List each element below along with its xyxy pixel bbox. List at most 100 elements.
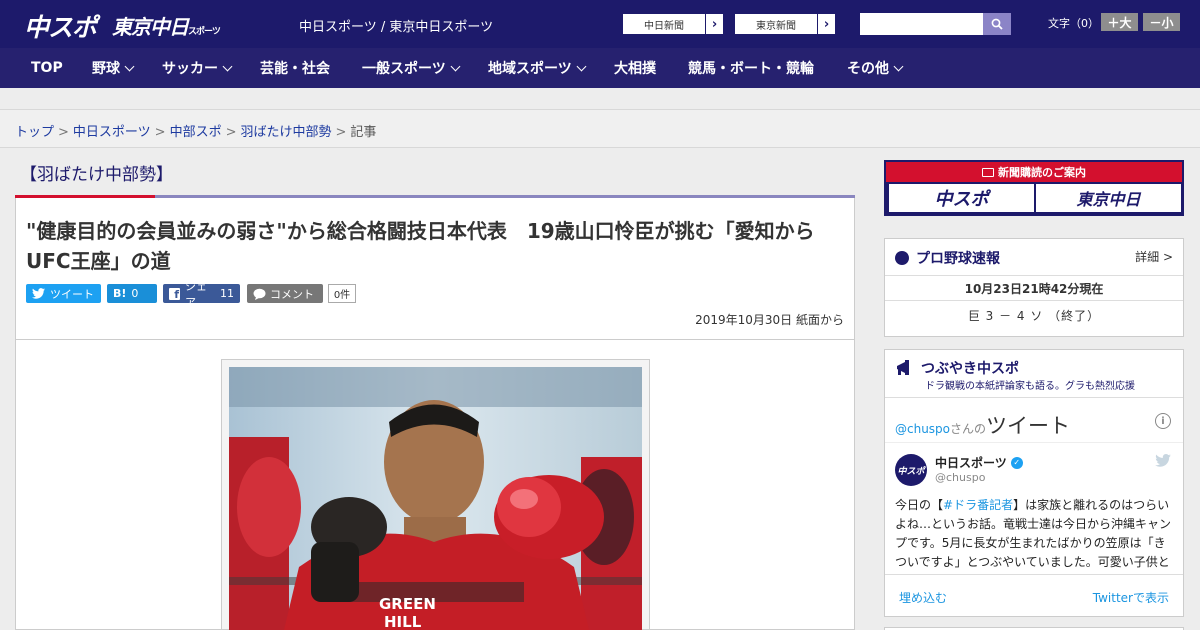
tweet-author-name-text: 中日スポーツ [935,456,1007,470]
site-header: 中スポ 東京中日スポーツ 中日スポーツ / 東京中日スポーツ 中日新聞 › 東京… [0,0,1200,48]
search-button[interactable] [983,13,1011,35]
chuspo-logo[interactable]: 中スポ [24,8,97,44]
facebook-share-button[interactable]: f シェア 11 [163,280,240,309]
newspaper-icon [982,167,994,177]
avatar[interactable]: 中スポ [895,454,927,486]
comment-button[interactable]: コメント [247,284,323,303]
article-divider [15,339,855,340]
embed-link[interactable]: 埋め込む [899,589,947,606]
twitter-panel: つぶやき中スポ ドラ観戦の本紙評論家も語る。グラも熱烈応援 @chuspoさんの… [884,349,1184,617]
timeline-divider [885,442,1183,443]
verified-badge-icon: ✓ [1010,456,1023,469]
fighter-photo-image: GREEN HILL [229,367,642,630]
article-photo[interactable]: GREEN HILL [229,367,642,630]
nav-top[interactable]: TOP [31,48,63,88]
chevron-right-icon: › [817,14,835,34]
chevron-down-icon [450,61,461,71]
nav-other-label: その他 [847,61,889,77]
article-headline: "健康目的の会員並みの弱さ"から総合格闘技日本代表 19歳山口怜臣が挑む「愛知か… [26,219,815,273]
subscription-banner[interactable]: 新聞購読のご案内 中スポ 東京中日 [884,160,1184,216]
search-icon [991,18,1003,30]
baseball-detail-link[interactable]: 詳細 > [1135,248,1173,265]
speech-bubble-icon [253,288,266,300]
font-smaller-button[interactable]: －小 [1143,13,1180,31]
twitter-bird-icon[interactable] [1155,454,1171,467]
nav-entertainment[interactable]: 芸能・社会 [260,48,330,88]
nav-soccer-label: サッカー [162,61,218,77]
nav-top-label: TOP [31,60,63,76]
info-icon[interactable]: i [1155,413,1171,429]
megaphone-icon [897,360,909,375]
view-on-twitter-link[interactable]: Twitterで表示 [1093,589,1169,606]
site-title[interactable]: 中日スポーツ / 東京中日スポーツ [299,16,493,35]
svg-text:HILL: HILL [384,613,422,630]
timeline-handle[interactable]: @chuspo [895,422,950,436]
breadcrumb-current: 記事 [350,125,377,140]
nav-sumo[interactable]: 大相撲 [614,48,656,88]
tokyo-shimbun-button[interactable]: 東京新聞 › [734,13,836,35]
breadcrumb-sep: > [154,125,166,140]
breadcrumb-top[interactable]: トップ [15,125,54,140]
nav-racing[interactable]: 競馬・ボート・競輪 [688,48,814,88]
hatena-count: 0 [131,287,139,300]
comment-button-label: コメント [270,287,314,301]
hatena-bookmark-button[interactable]: B! 0 [107,284,157,303]
timeline-header: @chuspoさんのツイート [895,410,1070,440]
breadcrumb-chunichi-sports[interactable]: 中日スポーツ [73,125,151,140]
font-size-label: 文字（0） [1048,17,1099,30]
tweet-author-handle[interactable]: @chuspo [935,471,985,484]
chevron-down-icon [576,61,587,71]
tweet-text-1: 今日の【 [895,498,944,512]
breadcrumb-chubu-spo[interactable]: 中部スポ [170,125,222,140]
twitter-bird-icon [32,288,45,299]
breadcrumb-sep: > [335,125,347,140]
timeline-tweet-label: ツイート [986,414,1071,438]
subscribe-chuspo[interactable]: 中スポ [889,184,1034,212]
category-title: 【羽ばたけ中部勢】 [20,165,173,185]
baseball-update-time: 10月23日21時42分現在 [885,275,1183,301]
facebook-share-count: 11 [220,287,234,300]
baseball-icon [895,251,909,265]
chevron-down-icon [893,61,904,71]
tweet-text: 今日の【#ドラ番記者】は家族と離れるのはつらいよね…というお話。竜戦士達は今日か… [895,496,1175,570]
header-spacer [0,88,1200,110]
nav-regional-sports-label: 地域スポーツ [488,61,572,77]
tokyo-chunichi-logo[interactable]: 東京中日スポーツ [112,11,221,40]
font-larger-button[interactable]: ＋大 [1101,13,1138,31]
nav-general-sports[interactable]: 一般スポーツ [362,48,461,88]
baseball-scores-panel: プロ野球速報 詳細 > 10月23日21時42分現在 巨 3 － 4 ソ （終了… [884,238,1184,337]
svg-text:GREEN: GREEN [379,595,436,613]
nav-baseball[interactable]: 野球 [92,48,135,88]
search-input[interactable] [860,13,983,35]
chevron-right-icon: › [705,14,723,34]
baseball-panel-title: プロ野球速報 [895,248,1000,268]
baseball-score[interactable]: 巨 3 － 4 ソ （終了） [885,307,1183,324]
nav-general-sports-label: 一般スポーツ [362,61,446,77]
subscription-title-text: 新聞購読のご案内 [998,166,1086,179]
tweet-author-name[interactable]: 中日スポーツ ✓ [935,454,1023,471]
tokyo-logo-text: 東京中日 [112,15,189,39]
subscription-banner-title: 新聞購読のご案内 [886,162,1182,182]
breadcrumb-sep: > [225,125,237,140]
embedded-timeline: @chuspoさんのツイート i 中スポ 中日スポーツ ✓ @chuspo 今日… [885,397,1183,617]
nav-other[interactable]: その他 [847,48,904,88]
breadcrumb: トップ > 中日スポーツ > 中部スポ > 羽ばたけ中部勢 > 記事 [15,121,376,140]
timeline-san: さんの [950,422,987,436]
nav-regional-sports[interactable]: 地域スポーツ [488,48,587,88]
chunichi-shimbun-button[interactable]: 中日新聞 › [622,13,724,35]
tweet-button[interactable]: ツイート [26,284,101,303]
article-dateline: 2019年10月30日 紙面から [695,313,844,327]
twitter-panel-title: つぶやき中スポ [895,358,1019,378]
tweet-hashtag[interactable]: #ドラ番記者 [943,498,1013,512]
subscribe-tokyo-chunichi[interactable]: 東京中日 [1036,184,1181,212]
breadcrumb-habatake[interactable]: 羽ばたけ中部勢 [241,125,332,140]
nav-soccer[interactable]: サッカー [162,48,233,88]
twitter-panel-subtitle: ドラ観戦の本紙評論家も語る。グラも熱烈応援 [925,381,1135,392]
tokyo-shimbun-label: 東京新聞 [756,20,796,32]
chunichi-shimbun-label: 中日新聞 [644,20,684,32]
breadcrumb-sep: > [58,125,69,140]
timeline-footer: 埋め込む Twitterで表示 [885,574,1183,618]
chevron-down-icon [222,61,233,71]
nav-racing-label: 競馬・ボート・競輪 [688,61,814,77]
hatena-icon: B! [113,287,127,300]
